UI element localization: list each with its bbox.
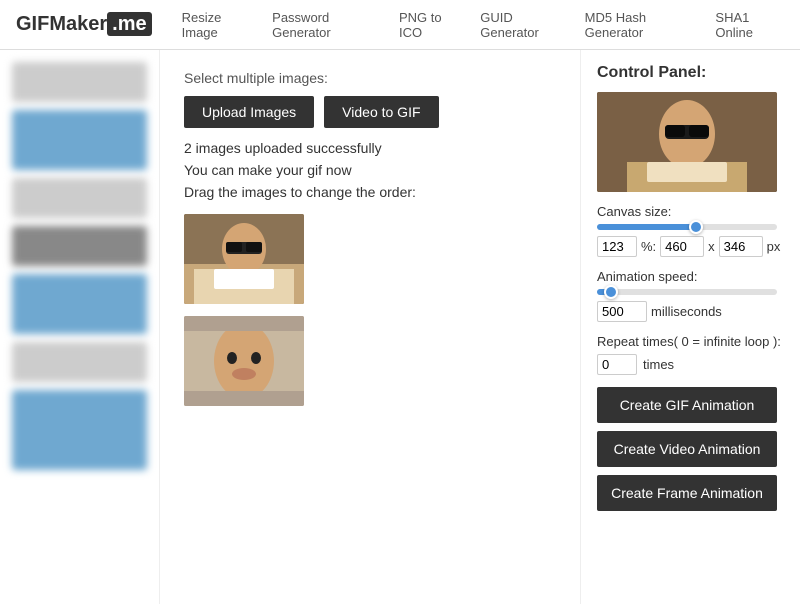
- nav-md5-hash[interactable]: MD5 Hash Generator: [585, 10, 698, 40]
- create-video-button[interactable]: Create Video Animation: [597, 431, 777, 467]
- px-label: px: [767, 239, 781, 254]
- canvas-inputs-row: %: x px: [597, 236, 784, 257]
- image-thumb-2[interactable]: [184, 316, 304, 406]
- sidebar-ad-2: [12, 110, 147, 170]
- canvas-height-input[interactable]: [719, 236, 763, 257]
- canvas-slider-fill: [597, 224, 696, 230]
- sidebar-ad-7: [12, 390, 147, 470]
- repeat-unit-label: times: [643, 357, 674, 372]
- animation-speed-section: Animation speed: milliseconds: [597, 269, 784, 322]
- image-thumb-1[interactable]: [184, 214, 304, 304]
- upload-images-button[interactable]: Upload Images: [184, 96, 314, 128]
- canvas-slider-thumb[interactable]: [689, 220, 703, 234]
- canvas-size-section: Canvas size: %: x px: [597, 204, 784, 257]
- control-panel: Control Panel: Canvas size:: [580, 50, 800, 604]
- animation-speed-label: Animation speed:: [597, 269, 784, 284]
- sidebar-ad-4: [12, 226, 147, 266]
- image-svg-1: [184, 214, 304, 304]
- sidebar-ad-5: [12, 274, 147, 334]
- repeat-times-label: Repeat times( 0 = infinite loop ):: [597, 334, 784, 349]
- nav-guid-generator[interactable]: GUID Generator: [480, 10, 566, 40]
- canvas-pct-input[interactable]: [597, 236, 637, 257]
- speed-slider-track[interactable]: [597, 289, 777, 295]
- nav-png-to-ico[interactable]: PNG to ICO: [399, 10, 462, 40]
- pct-label: %:: [641, 239, 656, 254]
- canvas-size-label: Canvas size:: [597, 204, 784, 219]
- cp-title: Control Panel:: [597, 64, 784, 82]
- logo[interactable]: GIFMaker.me: [16, 13, 152, 36]
- cp-preview: [597, 92, 777, 192]
- cp-preview-svg: [597, 92, 777, 192]
- logo-text: GIFMaker: [16, 13, 107, 35]
- main-content: Select multiple images: Upload Images Vi…: [160, 50, 580, 604]
- sidebar-ad-6: [12, 342, 147, 382]
- repeat-times-section: Repeat times( 0 = infinite loop ): times: [597, 334, 784, 375]
- success-message: 2 images uploaded successfully: [184, 140, 556, 156]
- repeat-value-input[interactable]: [597, 354, 637, 375]
- cp-preview-inner: [597, 92, 777, 192]
- drag-message: Drag the images to change the order:: [184, 184, 556, 200]
- canvas-slider-track[interactable]: [597, 224, 777, 230]
- sidebar-ad-1: [12, 62, 147, 102]
- repeat-inputs-row: times: [597, 354, 784, 375]
- nav-resize-image[interactable]: Resize Image: [182, 10, 255, 40]
- create-frame-button[interactable]: Create Frame Animation: [597, 475, 777, 511]
- nav-links: Resize Image Password Generator PNG to I…: [182, 10, 784, 40]
- nav-sha1[interactable]: SHA1 Online: [715, 10, 784, 40]
- sidebar-ad-3: [12, 178, 147, 218]
- image-list: [184, 214, 556, 406]
- speed-slider-thumb[interactable]: [604, 285, 618, 299]
- sidebar: [0, 50, 160, 604]
- nav-password-generator[interactable]: Password Generator: [272, 10, 381, 40]
- navbar: GIFMaker.me Resize Image Password Genera…: [0, 0, 800, 50]
- create-gif-button[interactable]: Create GIF Animation: [597, 387, 777, 423]
- logo-highlight: .me: [107, 12, 151, 36]
- video-to-gif-button[interactable]: Video to GIF: [324, 96, 438, 128]
- canvas-width-input[interactable]: [660, 236, 704, 257]
- speed-unit-label: milliseconds: [651, 304, 722, 319]
- button-row: Upload Images Video to GIF: [184, 96, 556, 128]
- image-svg-2: [184, 316, 304, 406]
- info-message: You can make your gif now: [184, 162, 556, 178]
- page-body: Select multiple images: Upload Images Vi…: [0, 50, 800, 604]
- speed-value-input[interactable]: [597, 301, 647, 322]
- select-label: Select multiple images:: [184, 70, 556, 86]
- speed-inputs-row: milliseconds: [597, 301, 784, 322]
- x-label: x: [708, 239, 715, 254]
